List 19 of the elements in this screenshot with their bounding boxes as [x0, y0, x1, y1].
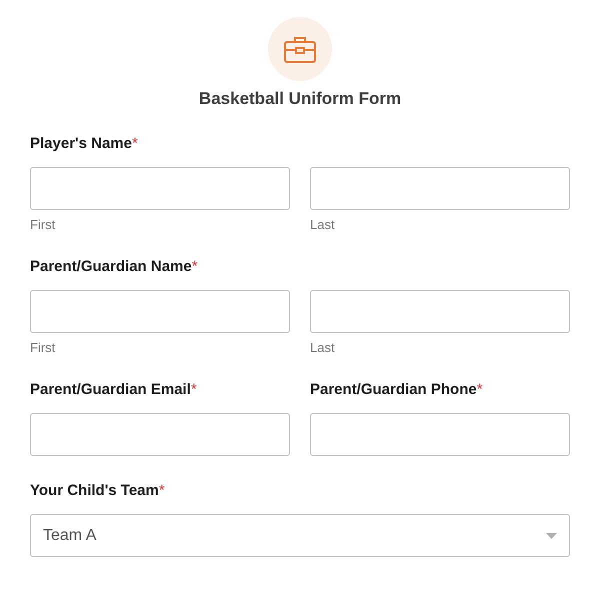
input-field[interactable] — [30, 167, 290, 210]
briefcase-icon — [283, 35, 317, 63]
input-field[interactable] — [30, 290, 290, 333]
caret-icon — [546, 532, 557, 538]
sublabel: First — [30, 340, 56, 355]
input-field[interactable] — [30, 413, 290, 456]
field-label: Player's Name* — [30, 135, 139, 152]
input-field[interactable] — [310, 290, 570, 333]
sublabel: First — [30, 217, 56, 232]
form-title: Basketball Uniform Form — [198, 89, 402, 109]
team-dropdown[interactable]: Team A — [30, 514, 570, 557]
field-label: Parent/Guardian Name* — [30, 258, 199, 275]
input-field[interactable] — [310, 413, 570, 456]
sublabel: Last — [310, 217, 336, 232]
field-label: Your Child's Team* — [30, 482, 166, 499]
input-field[interactable] — [310, 167, 570, 210]
sublabel: Last — [310, 340, 336, 355]
field-label: Parent/Guardian Email* — [30, 381, 198, 398]
field-label: Parent/Guardian Phone* — [310, 381, 484, 398]
